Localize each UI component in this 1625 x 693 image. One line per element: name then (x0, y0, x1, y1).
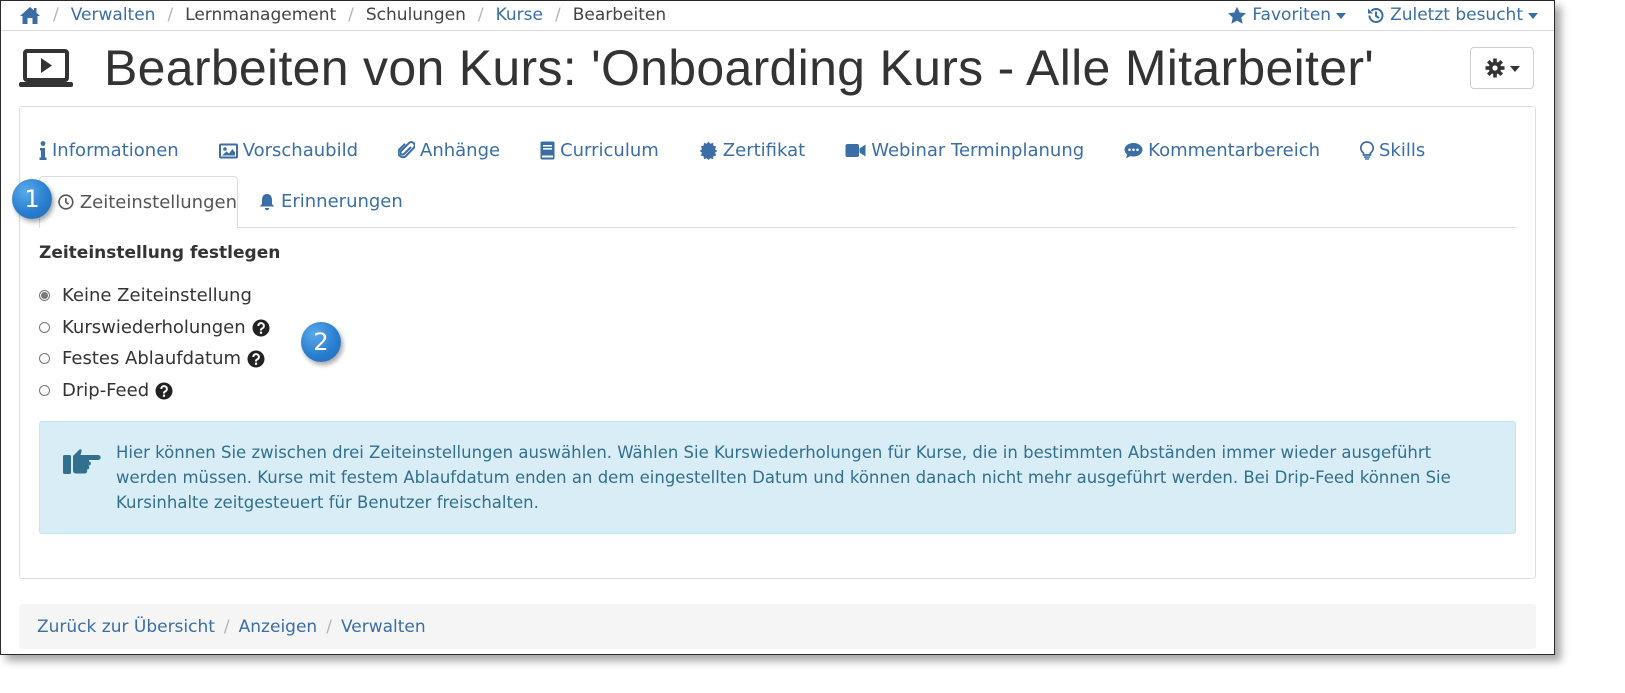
info-icon (39, 141, 47, 160)
breadcrumb-item-kurse[interactable]: Kurse (496, 5, 543, 25)
home-icon[interactable] (19, 6, 41, 25)
favorites-dropdown[interactable]: Favoriten (1227, 5, 1347, 25)
tab-label: Informationen (52, 140, 179, 161)
radio-option-festes-ablaufdatum[interactable]: Festes Ablaufdatum (39, 348, 265, 369)
tab-label: Vorschaubild (242, 140, 358, 161)
tab-zertifikat[interactable]: Zertifikat (699, 140, 805, 161)
recent-label: Zuletzt besucht (1390, 5, 1523, 25)
tab-zeiteinstellungen[interactable]: Zeiteinstellungen (39, 176, 238, 228)
page-title: Bearbeiten von Kurs: 'Onboarding Kurs - … (104, 40, 1375, 96)
tab-skills[interactable]: Skills (1360, 140, 1425, 161)
tab-label: Kommentarbereich (1148, 140, 1320, 161)
chevron-down-icon (1336, 13, 1347, 19)
breadcrumb-item-lernmanagement: Lernmanagement (185, 5, 337, 25)
tab-webinar-terminplanung[interactable]: Webinar Terminplanung (845, 140, 1084, 161)
question-circle-icon[interactable] (155, 382, 173, 400)
breadcrumb-separator: / (555, 5, 561, 25)
settings-dropdown-button[interactable] (1470, 47, 1534, 89)
tab-label: Zeiteinstellungen (79, 191, 237, 213)
info-alert: Hier können Sie zwischen drei Zeiteinste… (39, 421, 1516, 534)
tab-label: Anhänge (420, 140, 501, 161)
certificate-icon (699, 141, 718, 160)
image-icon (218, 143, 238, 158)
tab-row-primary: Informationen Vorschaubild Anhänge Curri… (39, 140, 1465, 161)
breadcrumb-item-schulungen: Schulungen (365, 5, 466, 25)
video-camera-icon (845, 144, 866, 157)
breadcrumb-separator: / (223, 616, 230, 637)
radio-label: Keine Zeiteinstellung (62, 285, 252, 306)
tab-vorschaubild[interactable]: Vorschaubild (218, 140, 358, 161)
step-badge-1: 1 (12, 179, 52, 219)
tab-label: Curriculum (560, 140, 659, 161)
tab-curriculum[interactable]: Curriculum (540, 140, 659, 161)
radio-button[interactable] (39, 385, 50, 396)
manage-link[interactable]: Verwalten (341, 617, 426, 637)
breadcrumb-item-verwalten[interactable]: Verwalten (71, 5, 156, 25)
back-to-overview-link[interactable]: Zurück zur Übersicht (37, 617, 215, 637)
comment-icon (1124, 143, 1143, 159)
radio-option-kurswiederholungen[interactable]: Kurswiederholungen (39, 317, 270, 338)
radio-label: Kurswiederholungen (62, 317, 246, 338)
radio-button[interactable] (39, 322, 50, 333)
breadcrumb-item-bearbeiten: Bearbeiten (572, 5, 667, 25)
tab-label: Webinar Terminplanung (871, 140, 1085, 161)
gear-icon (1485, 58, 1504, 78)
chevron-down-icon (1509, 66, 1520, 72)
radio-label: Festes Ablaufdatum (62, 348, 242, 369)
top-bar: / Verwalten / Lernmanagement / Schulunge… (1, 1, 1554, 31)
radio-option-keine-zeiteinstellung[interactable]: Keine Zeiteinstellung (39, 285, 252, 306)
laptop-play-icon (19, 49, 73, 89)
radio-label: Drip-Feed (62, 380, 150, 401)
breadcrumb-separator: / (167, 5, 174, 25)
bell-icon (259, 193, 275, 210)
chevron-down-icon (1528, 13, 1538, 19)
tab-erinnerungen[interactable]: Erinnerungen (259, 191, 403, 212)
tab-label: Erinnerungen (281, 191, 403, 212)
tab-divider (39, 227, 1516, 228)
tab-informationen[interactable]: Informationen (39, 140, 179, 161)
top-right-menu: Favoriten Zuletzt besucht (1207, 5, 1538, 25)
section-label: Zeiteinstellung festlegen (39, 243, 281, 263)
favorites-label: Favoriten (1252, 5, 1332, 25)
clock-icon (58, 194, 74, 210)
footer-breadcrumb: Zurück zur Übersicht / Anzeigen / Verwal… (19, 604, 1536, 649)
breadcrumb-separator: / (53, 5, 59, 25)
question-circle-icon[interactable] (252, 319, 270, 337)
radio-button-selected[interactable] (39, 290, 50, 301)
app-window: / Verwalten / Lernmanagement / Schulunge… (0, 0, 1555, 655)
radio-button[interactable] (39, 353, 50, 364)
info-text: Hier können Sie zwischen drei Zeiteinste… (116, 443, 1451, 512)
tab-kommentarbereich[interactable]: Kommentarbereich (1124, 140, 1320, 161)
view-link[interactable]: Anzeigen (239, 617, 318, 637)
lightbulb-icon (1360, 141, 1374, 160)
history-icon (1368, 7, 1384, 23)
book-icon (540, 141, 555, 160)
breadcrumb-separator: / (326, 616, 332, 637)
question-circle-icon[interactable] (247, 350, 265, 368)
breadcrumb-separator: / (348, 5, 354, 25)
breadcrumb-separator: / (477, 5, 484, 25)
tab-anhaenge[interactable]: Anhänge (398, 140, 500, 161)
step-badge-2: 2 (301, 322, 341, 362)
tab-label: Zertifikat (722, 140, 806, 161)
hand-pointing-right-icon (63, 449, 101, 474)
radio-option-drip-feed[interactable]: Drip-Feed (39, 380, 173, 401)
star-icon (1228, 6, 1247, 24)
recent-dropdown[interactable]: Zuletzt besucht (1366, 5, 1538, 25)
paperclip-icon (398, 141, 415, 159)
breadcrumb: / Verwalten / Lernmanagement / Schulunge… (19, 5, 666, 25)
tab-label: Skills (1379, 140, 1426, 161)
